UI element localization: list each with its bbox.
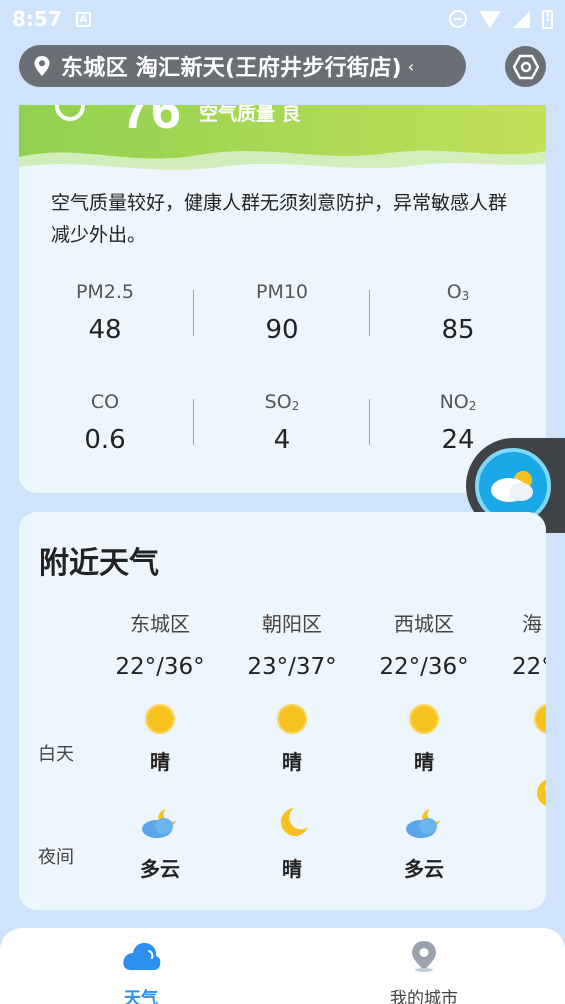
- city-name: 海: [522, 612, 542, 636]
- pollutant-value: 90: [265, 315, 299, 345]
- air-quality-card: 76 空气质量 良 空气质量较好，健康人群无须刻意防护，异常敏感人群减少外出。 …: [19, 105, 546, 493]
- chevron-left-icon: ‹: [407, 56, 415, 76]
- day-weather: 晴: [150, 750, 170, 774]
- city-column-partial[interactable]: 海 22°: [490, 608, 546, 824]
- aqi-level: 空气质量 良: [199, 105, 301, 125]
- aqi-value: 76: [121, 105, 182, 140]
- section-title: 附近天气: [39, 546, 159, 581]
- settings-icon: [512, 54, 539, 79]
- moon-icon: [280, 808, 308, 836]
- pollutant-value: 48: [88, 315, 122, 345]
- pollutant-name: PM2.5: [75, 281, 135, 303]
- city-column-chaoyang[interactable]: 朝阳区 23°/37° 晴 晴: [226, 608, 358, 882]
- cloud-icon: [123, 942, 161, 970]
- pollutant-name-sub: 2: [468, 399, 477, 413]
- pollutant-name: CO: [90, 391, 120, 413]
- city-name: 西城区: [394, 612, 454, 636]
- city-temp: 23°/37°: [247, 654, 337, 680]
- city-name: 朝阳区: [262, 612, 322, 636]
- nav-tab-my-cities[interactable]: 我的城市: [354, 940, 494, 1004]
- moon-icon: [536, 779, 546, 806]
- divider: [193, 290, 194, 336]
- sun-icon: [534, 704, 546, 734]
- pollutant-pm25: PM2.5 48: [20, 281, 190, 345]
- night-row-label: 夜间: [38, 847, 74, 868]
- status-bar: 8:57 A: [0, 0, 565, 38]
- pollutant-name-base: NO: [439, 391, 469, 413]
- status-icons: [449, 9, 553, 29]
- pollutant-co: CO 0.6: [20, 391, 190, 455]
- divider: [369, 399, 370, 445]
- pollutant-name: NO2: [373, 391, 543, 415]
- day-weather: 晴: [282, 750, 302, 774]
- day-row-label: 白天: [38, 744, 74, 765]
- pollutant-value: 4: [273, 425, 291, 455]
- signal-icon: [513, 10, 530, 28]
- city-column-dongcheng[interactable]: 东城区 22°/36° 晴 多云: [94, 608, 226, 882]
- status-time: 8:57: [12, 7, 62, 31]
- day-weather: 晴: [414, 750, 434, 774]
- nav-label-my-cities: 我的城市: [390, 989, 458, 1004]
- pollutant-value: 85: [441, 315, 475, 345]
- pollutant-so2: SO2 4: [197, 391, 367, 455]
- settings-button[interactable]: [505, 46, 546, 87]
- location-selector[interactable]: 东城区 淘汇新天(王府井步行街店) ‹: [19, 45, 466, 87]
- nearby-weather-card: 附近天气 白天 夜间 东城区 22°/36° 晴 多云 朝阳区 23°/37° …: [19, 512, 546, 910]
- sun-icon: [409, 704, 439, 734]
- nav-tab-weather[interactable]: 天气: [71, 940, 211, 1004]
- pollutant-o3: O3 85: [373, 281, 543, 345]
- notification-icon: A: [75, 11, 91, 27]
- nav-label-weather: 天气: [124, 989, 158, 1004]
- city-column-xicheng[interactable]: 西城区 22°/36° 晴 多云: [358, 608, 490, 882]
- battery-icon: [542, 9, 553, 29]
- pollutant-name: PM10: [255, 281, 309, 303]
- do-not-disturb-icon: [449, 10, 467, 28]
- sun-icon: [145, 704, 175, 734]
- wifi-icon: [479, 10, 501, 28]
- moon-cloud-icon: [142, 809, 176, 838]
- night-weather: 晴: [282, 857, 302, 881]
- pollutant-name: SO2: [197, 391, 367, 415]
- location-pin-icon: [34, 56, 50, 76]
- city-temp: 22°/36°: [379, 654, 469, 680]
- city-name: 东城区: [130, 612, 190, 636]
- divider: [193, 399, 194, 445]
- city-temp: 22°: [512, 654, 546, 680]
- divider: [369, 290, 370, 336]
- sun-icon: [277, 704, 307, 734]
- location-text: 东城区 淘汇新天(王府井步行街店): [61, 56, 402, 81]
- pollutant-name-sub: 2: [291, 399, 300, 413]
- pollutant-pm10: PM10 90: [197, 281, 367, 345]
- pollutant-name-sub: 3: [461, 289, 470, 303]
- city-temp: 22°/36°: [115, 654, 205, 680]
- aqi-advice: 空气质量较好，健康人群无须刻意防护，异常敏感人群减少外出。: [51, 192, 508, 246]
- pollutant-name-base: O: [446, 281, 462, 303]
- bottom-navigation: 天气 我的城市: [0, 928, 565, 1004]
- location-pin-icon: [412, 941, 436, 972]
- moon-cloud-icon: [406, 809, 440, 838]
- night-weather: 多云: [404, 857, 444, 881]
- pollutant-value: 0.6: [84, 425, 126, 455]
- night-weather: 多云: [140, 857, 180, 881]
- pollutant-name-base: SO: [264, 391, 292, 413]
- pollutant-name: O3: [373, 281, 543, 305]
